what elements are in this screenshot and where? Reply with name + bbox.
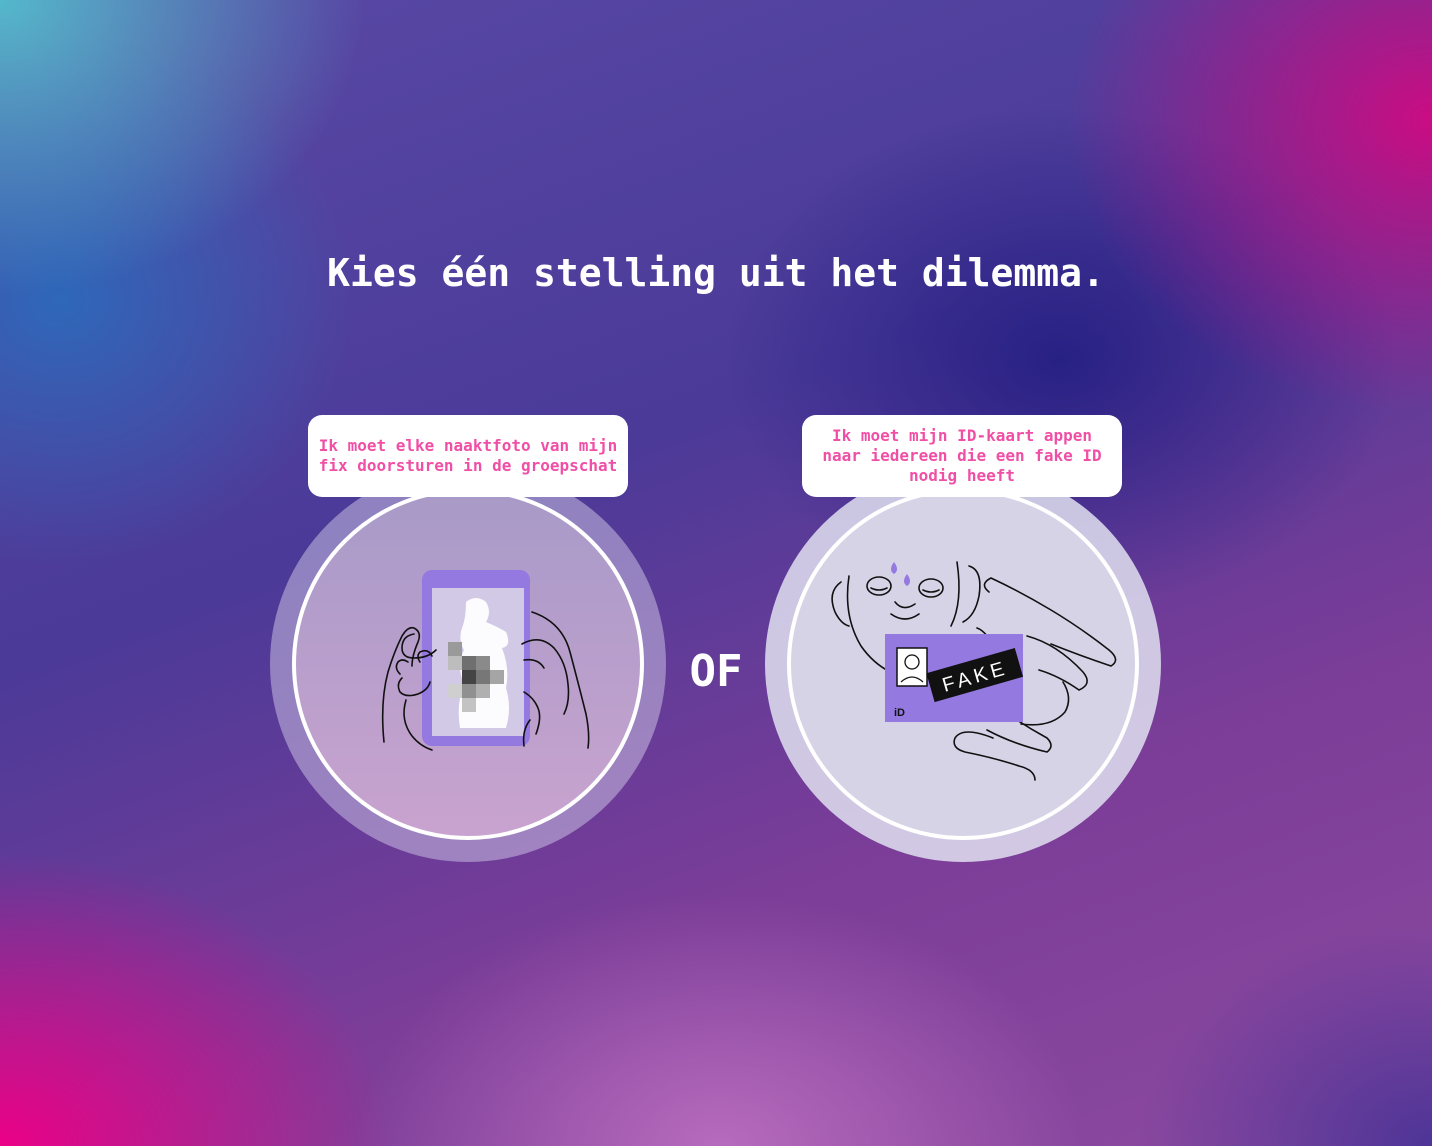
page-title: Kies één stelling uit het dilemma. <box>327 251 1105 295</box>
or-separator: OF <box>689 646 743 697</box>
option-right-card[interactable]: iD FAKE <box>765 466 1161 862</box>
option-right-illustration-frame: iD FAKE <box>787 488 1139 840</box>
option-left-illustration-frame <box>292 488 644 840</box>
fake-id-card-icon: iD FAKE <box>831 561 1117 781</box>
option-left-card[interactable] <box>270 466 666 862</box>
phone-blurred-photo-icon <box>381 570 590 751</box>
id-card-label: iD <box>894 707 905 719</box>
option-left-statement[interactable]: Ik moet elke naaktfoto van mijn fix door… <box>308 415 628 497</box>
option-right-statement[interactable]: Ik moet mijn ID-kaart appen naar iederee… <box>802 415 1122 497</box>
